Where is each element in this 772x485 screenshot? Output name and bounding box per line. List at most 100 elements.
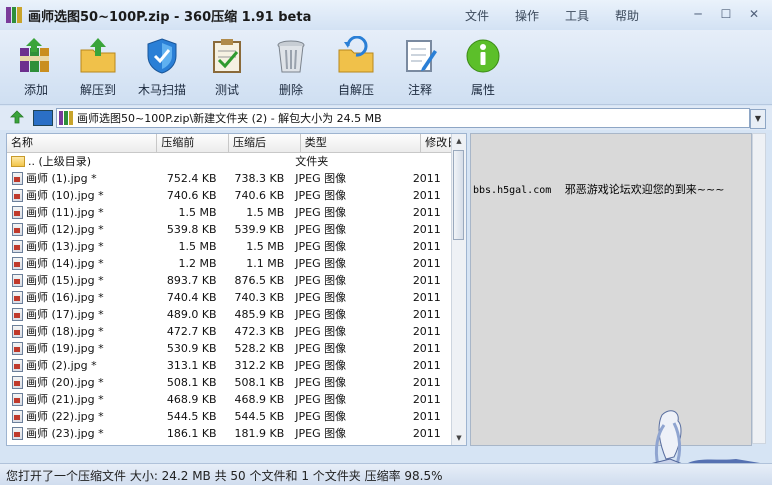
comment-button[interactable]: 注释 (390, 36, 450, 102)
size-before-cell: 752.4 KB (166, 172, 217, 185)
table-row[interactable]: 画师 (11).jpg * 1.5 MB 1.5 MB JPEG 图像 2011 (7, 204, 452, 221)
size-before-cell: 472.7 KB (166, 325, 217, 338)
pane-scrollbar[interactable] (752, 133, 766, 444)
trojan-scan-label: 木马扫描 (137, 83, 186, 97)
welcome-message: 邪恶游戏论坛欢迎您的到来~~~ (564, 183, 725, 196)
column-size-before[interactable]: 压缩前 (157, 134, 230, 152)
modified-cell: 2011 (412, 223, 441, 236)
books-add-icon (16, 36, 56, 76)
scroll-up-arrow-icon[interactable]: ▲ (452, 134, 466, 148)
file-name-cell: 画师 (17).jpg * (7, 306, 154, 323)
delete-button[interactable]: 删除 (261, 36, 321, 102)
size-before-cell: 740.4 KB (166, 291, 217, 304)
scroll-thumb[interactable] (453, 150, 464, 240)
properties-button[interactable]: 属性 (453, 36, 513, 102)
trojan-scan-button[interactable]: 木马扫描 (132, 36, 192, 102)
file-name-cell: 画师 (11).jpg * (7, 204, 154, 221)
table-row[interactable]: 画师 (21).jpg * 468.9 KB 468.9 KB JPEG 图像 2011 (7, 391, 452, 408)
file-name: 画师 (2).jpg * (26, 359, 97, 372)
table-row[interactable]: 画师 (10).jpg * 740.6 KB 740.6 KB JPEG 图像 2011 (7, 187, 452, 204)
table-row[interactable]: 画师 (23).jpg * 186.1 KB 181.9 KB JPEG 图像 2011 (7, 425, 452, 442)
table-row[interactable]: 画师 (12).jpg * 539.8 KB 539.9 KB JPEG 图像 2011 (7, 221, 452, 238)
menu-file[interactable]: 文件 (452, 7, 502, 24)
column-type[interactable]: 类型 (301, 134, 422, 152)
table-row[interactable]: 画师 (19).jpg * 530.9 KB 528.2 KB JPEG 图像 2011 (7, 340, 452, 357)
jpeg-file-icon (12, 189, 23, 202)
modified-cell: 2011 (412, 189, 441, 202)
modified-cell: 2011 (412, 359, 441, 372)
maximize-button[interactable]: ☐ (712, 4, 740, 24)
table-row[interactable]: 画师 (17).jpg * 489.0 KB 485.9 KB JPEG 图像 2011 (7, 306, 452, 323)
parent-folder-row[interactable]: .. (上级目录) 文件夹 (7, 153, 452, 170)
shield-icon (142, 36, 182, 76)
path-dropdown-button[interactable]: ▼ (750, 109, 766, 129)
jpeg-file-icon (12, 223, 23, 236)
title-bar: 画师选图50~100P.zip - 360压缩 1.91 beta 文件 操作 … (0, 0, 772, 30)
path-field[interactable]: 画师选图50~100P.zip\新建文件夹 (2) - 解包大小为 24.5 M… (56, 108, 750, 128)
extract-label: 解压到 (79, 83, 116, 97)
file-name-cell: 画师 (13).jpg * (7, 238, 154, 255)
comment-pane: bbs.h5gal.com 邪恶游戏论坛欢迎您的到来~~~ (470, 133, 752, 446)
size-after-cell: 539.9 KB (234, 223, 285, 236)
table-row[interactable]: 画师 (22).jpg * 544.5 KB 544.5 KB JPEG 图像 2011 (7, 408, 452, 425)
window-title: 画师选图50~100P.zip - 360压缩 1.91 beta (28, 9, 312, 25)
file-name: 画师 (19).jpg * (26, 342, 104, 355)
test-button[interactable]: 测试 (197, 36, 257, 102)
minimize-button[interactable]: ─ (684, 4, 712, 24)
desktop-icon[interactable] (33, 110, 53, 126)
file-name-cell: 画师 (15).jpg * (7, 272, 154, 289)
table-row[interactable]: 画师 (14).jpg * 1.2 MB 1.1 MB JPEG 图像 2011 (7, 255, 452, 272)
column-size-after[interactable]: 压缩后 (229, 134, 301, 152)
table-row[interactable]: 画师 (18).jpg * 472.7 KB 472.3 KB JPEG 图像 2011 (7, 323, 452, 340)
up-arrow-icon[interactable] (10, 110, 24, 124)
size-after-cell: 738.3 KB (234, 172, 285, 185)
modified-cell: 2011 (412, 206, 441, 219)
add-button[interactable]: 添加 (6, 36, 66, 102)
path-text: 画师选图50~100P.zip\新建文件夹 (2) - 解包大小为 24.5 M… (77, 112, 382, 125)
status-bar: 您打开了一个压缩文件 大小: 24.2 MB 共 50 个文件和 1 个文件夹 … (0, 463, 772, 485)
column-name[interactable]: 名称 (7, 134, 158, 152)
modified-cell: 2011 (412, 393, 441, 406)
test-label: 测试 (214, 83, 239, 97)
modified-cell: 2011 (412, 308, 441, 321)
menu-help[interactable]: 帮助 (602, 7, 652, 24)
file-name: 画师 (1).jpg * (26, 172, 97, 185)
size-before-cell: 1.2 MB (178, 257, 217, 270)
table-row[interactable]: 画师 (20).jpg * 508.1 KB 508.1 KB JPEG 图像 2011 (7, 374, 452, 391)
table-row[interactable]: 画师 (2).jpg * 313.1 KB 312.2 KB JPEG 图像 2011 (7, 357, 452, 374)
modified-cell: 2011 (412, 410, 441, 423)
type-cell: JPEG 图像 (295, 223, 347, 236)
list-scrollbar[interactable]: ▲ ▼ (451, 134, 466, 445)
size-before-cell: 893.7 KB (166, 274, 217, 287)
size-after-cell: 312.2 KB (234, 359, 285, 372)
menu-tools[interactable]: 工具 (552, 7, 602, 24)
size-before-cell (154, 153, 224, 170)
clipboard-check-icon (207, 36, 247, 76)
scroll-down-arrow-icon[interactable]: ▼ (452, 431, 466, 445)
close-button[interactable]: ✕ (740, 4, 768, 24)
forum-url[interactable]: bbs.h5gal.com (473, 185, 551, 196)
address-bar: 画师选图50~100P.zip\新建文件夹 (2) - 解包大小为 24.5 M… (0, 106, 772, 130)
file-rows: .. (上级目录) 文件夹画师 (1).jpg * 752.4 KB 738.3 KB… (7, 153, 452, 442)
jpeg-file-icon (12, 291, 23, 304)
type-cell: JPEG 图像 (295, 393, 347, 406)
toolbar: 添加 解压到 木马扫描 测试 删除 自解压 注释 属性 (0, 30, 772, 105)
size-after-cell: 1.1 MB (246, 257, 285, 270)
table-row[interactable]: 画师 (1).jpg * 752.4 KB 738.3 KB JPEG 图像 2011 (7, 170, 452, 187)
type-cell: JPEG 图像 (295, 376, 347, 389)
file-name: 画师 (10).jpg * (26, 189, 104, 202)
table-row[interactable]: 画师 (13).jpg * 1.5 MB 1.5 MB JPEG 图像 2011 (7, 238, 452, 255)
file-name-cell: 画师 (18).jpg * (7, 323, 154, 340)
table-row[interactable]: 画师 (15).jpg * 893.7 KB 876.5 KB JPEG 图像 2011 (7, 272, 452, 289)
file-name-cell: 画师 (22).jpg * (7, 408, 154, 425)
self-extract-button[interactable]: 自解压 (326, 35, 386, 102)
size-before-cell: 539.8 KB (166, 223, 217, 236)
file-name-cell: 画师 (1).jpg * (7, 170, 154, 187)
file-name: 画师 (23).jpg * (26, 427, 104, 440)
table-row[interactable]: 画师 (16).jpg * 740.4 KB 740.3 KB JPEG 图像 2011 (7, 289, 452, 306)
jpeg-file-icon (12, 257, 23, 270)
jpeg-file-icon (12, 274, 23, 287)
menu-operation[interactable]: 操作 (502, 7, 552, 24)
extract-button[interactable]: 解压到 (68, 36, 128, 102)
file-name-cell: 画师 (14).jpg * (7, 255, 154, 272)
